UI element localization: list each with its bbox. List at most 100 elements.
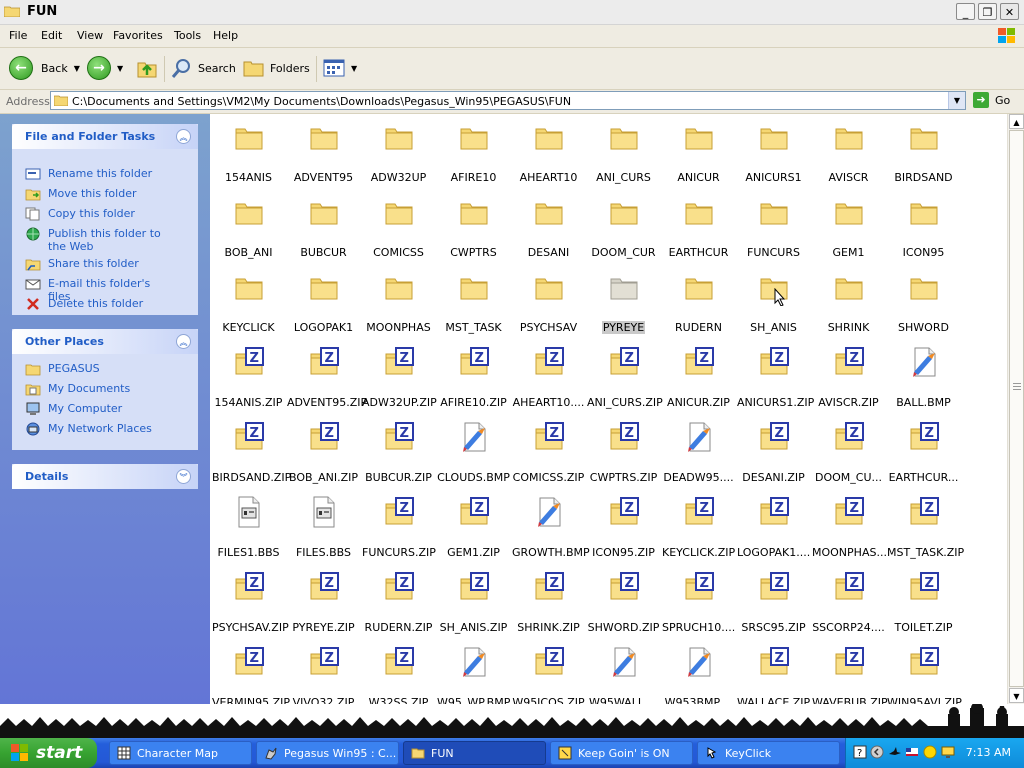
expand-icon[interactable]: ︾ <box>176 469 191 484</box>
file-item-gem1[interactable]: GEM1 <box>811 196 886 259</box>
menu-tools[interactable]: Tools <box>174 29 201 42</box>
place-pegasus[interactable]: PEGASUS <box>25 362 168 376</box>
file-item-anicurs1-zip[interactable]: Z ANICURS1.ZIP <box>736 346 814 409</box>
file-item-desani[interactable]: DESANI <box>511 196 586 259</box>
file-item-w95-wp-bmp[interactable]: W95_WP.BMP <box>436 646 511 704</box>
taskbar-button-fun[interactable]: FUN <box>403 741 546 765</box>
bird-icon[interactable] <box>888 745 902 759</box>
file-item-icon95-zip[interactable]: Z ICON95.ZIP <box>586 496 661 559</box>
file-item-w32ss-zip[interactable]: Z W32SS.ZIP <box>361 646 436 704</box>
file-item-funcurs[interactable]: FUNCURS <box>736 196 811 259</box>
start-button[interactable]: start <box>0 738 97 768</box>
file-item-doom-cur[interactable]: DOOM_CUR <box>586 196 661 259</box>
file-item-sh-anis-zip[interactable]: Z SH_ANIS.ZIP <box>436 571 511 634</box>
file-item-adw32up[interactable]: ADW32UP <box>361 121 436 184</box>
file-item-vermin95-zip[interactable]: Z VERMIN95.ZIP <box>211 646 290 704</box>
menu-favorites[interactable]: Favorites <box>113 29 163 42</box>
file-item-win95avi-zip[interactable]: Z WIN95AVI.ZIP <box>886 646 962 704</box>
file-item-shrink[interactable]: SHRINK <box>811 271 886 334</box>
file-item-pyreye[interactable]: PYREYE <box>586 271 661 334</box>
file-item-earthcur[interactable]: Z EARTHCUR... <box>886 421 961 484</box>
file-item-psychsav[interactable]: PSYCHSAV <box>511 271 586 334</box>
file-item-files-bbs[interactable]: FILES.BBS <box>286 496 361 559</box>
minimize-button[interactable]: _ <box>956 3 975 20</box>
up-folder-button[interactable] <box>136 56 158 80</box>
taskbar-button-keep-goin-is-on[interactable]: Keep Goin' is ON <box>550 741 693 765</box>
file-item-keyclick[interactable]: KEYCLICK <box>211 271 286 334</box>
file-item-bubcur-zip[interactable]: Z BUBCUR.ZIP <box>361 421 436 484</box>
file-item-shword[interactable]: SHWORD <box>886 271 961 334</box>
file-item-gem1-zip[interactable]: Z GEM1.ZIP <box>436 496 511 559</box>
file-item-anicur-zip[interactable]: Z ANICUR.ZIP <box>661 346 736 409</box>
file-item-keyclick-zip[interactable]: Z KEYCLICK.ZIP <box>661 496 736 559</box>
file-item-ani-curs-zip[interactable]: Z ANI_CURS.ZIP <box>586 346 663 409</box>
file-item-vivo32-zip[interactable]: Z VIVO32.ZIP <box>286 646 361 704</box>
file-item-psychsav-zip[interactable]: Z PSYCHSAV.ZIP <box>211 571 289 634</box>
file-item-bubcur[interactable]: BUBCUR <box>286 196 361 259</box>
file-item-w953bmp[interactable]: W953BMP.... <box>661 646 736 704</box>
task-publish-this-folder-to-the-web[interactable]: Publish this folder to the Web <box>25 227 168 253</box>
address-input[interactable]: C:\Documents and Settings\VM2\My Documen… <box>50 91 966 110</box>
file-item-anicurs1[interactable]: ANICURS1 <box>736 121 811 184</box>
file-item-moonphas[interactable]: Z MOONPHAS... <box>811 496 887 559</box>
file-item-afire10[interactable]: AFIRE10 <box>436 121 511 184</box>
file-item-comicss-zip[interactable]: Z COMICSS.ZIP <box>511 421 586 484</box>
panel-header[interactable]: File and Folder Tasks ︽ <box>12 124 198 149</box>
file-item-clouds-bmp[interactable]: CLOUDS.BMP <box>436 421 511 484</box>
place-my-network-places[interactable]: My Network Places <box>25 422 168 436</box>
file-item-cwptrs-zip[interactable]: Z CWPTRS.ZIP <box>586 421 661 484</box>
file-item-earthcur[interactable]: EARTHCUR <box>661 196 736 259</box>
task-share-this-folder[interactable]: Share this folder <box>25 257 168 271</box>
panel-header[interactable]: Details ︾ <box>12 464 198 489</box>
file-item-sscorp24[interactable]: Z SSCORP24.... <box>811 571 886 634</box>
chevron-down-icon[interactable]: ▼ <box>74 64 80 73</box>
file-item-mst-task[interactable]: MST_TASK <box>436 271 511 334</box>
file-item-deadw95[interactable]: DEADW95.... <box>661 421 736 484</box>
go-button[interactable]: ➜ Go <box>973 92 1010 108</box>
file-item-anicur[interactable]: ANICUR <box>661 121 736 184</box>
file-item-moonphas[interactable]: MOONPHAS <box>361 271 436 334</box>
file-item-aviscr-zip[interactable]: Z AVISCR.ZIP <box>811 346 886 409</box>
task-delete-this-folder[interactable]: Delete this folder <box>25 297 168 311</box>
search-button[interactable]: Search <box>171 56 236 80</box>
file-item-154anis-zip[interactable]: Z 154ANIS.ZIP <box>211 346 286 409</box>
task-copy-this-folder[interactable]: Copy this folder <box>25 207 168 221</box>
panel-header[interactable]: Other Places ︽ <box>12 329 198 354</box>
file-item-files1-bbs[interactable]: FILES1.BBS <box>211 496 286 559</box>
file-item-ani-curs[interactable]: ANI_CURS <box>586 121 661 184</box>
file-item-rudern-zip[interactable]: Z RUDERN.ZIP <box>361 571 436 634</box>
file-item-cwptrs[interactable]: CWPTRS <box>436 196 511 259</box>
back-button[interactable]: ← Back ▼ <box>9 56 80 80</box>
menu-edit[interactable]: Edit <box>41 29 62 42</box>
file-item-aheart10[interactable]: Z AHEART10.... <box>511 346 586 409</box>
menu-file[interactable]: File <box>9 29 27 42</box>
file-item-afire10-zip[interactable]: Z AFIRE10.ZIP <box>436 346 511 409</box>
views-button[interactable]: ▼ <box>323 56 357 80</box>
file-item-advent95[interactable]: ADVENT95 <box>286 121 361 184</box>
file-item-advent95-zip[interactable]: Z ADVENT95.ZIP <box>286 346 367 409</box>
restore-button[interactable]: ❐ <box>978 3 997 20</box>
close-button[interactable]: ✕ <box>1000 3 1019 20</box>
file-item-wallace-zip[interactable]: Z WALLACE.ZIP <box>736 646 811 704</box>
file-item-toilet-zip[interactable]: Z TOILET.ZIP <box>886 571 961 634</box>
file-item-adw32up-zip[interactable]: Z ADW32UP.ZIP <box>361 346 437 409</box>
collapse-icon[interactable]: ︽ <box>176 129 191 144</box>
scroll-thumb[interactable] <box>1009 130 1024 687</box>
place-my-computer[interactable]: My Computer <box>25 402 168 416</box>
file-item-logopak1[interactable]: Z LOGOPAK1.... <box>736 496 811 559</box>
taskbar-button-keyclick[interactable]: KeyClick <box>697 741 840 765</box>
file-item-spruch10[interactable]: Z SPRUCH10.... <box>661 571 736 634</box>
forward-button[interactable]: → ▼ <box>87 56 123 80</box>
file-item-rudern[interactable]: RUDERN <box>661 271 736 334</box>
file-item-logopak1[interactable]: LOGOPAK1 <box>286 271 361 334</box>
task-move-this-folder[interactable]: Move this folder <box>25 187 168 201</box>
file-item-birdsand[interactable]: BIRDSAND <box>886 121 961 184</box>
file-item-aviscr[interactable]: AVISCR <box>811 121 886 184</box>
file-item-w95wall[interactable]: W95WALL.... <box>586 646 661 704</box>
file-item-wavebub-zip[interactable]: Z WAVEBUB.ZIP <box>811 646 888 704</box>
scroll-down-arrow-icon[interactable]: ▼ <box>1009 688 1024 703</box>
chevron-down-icon[interactable]: ▼ <box>351 64 357 73</box>
chevron-down-icon[interactable]: ▼ <box>948 92 965 109</box>
file-item-birdsand-zip[interactable]: Z BIRDSAND.ZIP <box>211 421 291 484</box>
file-item-desani-zip[interactable]: Z DESANI.ZIP <box>736 421 811 484</box>
